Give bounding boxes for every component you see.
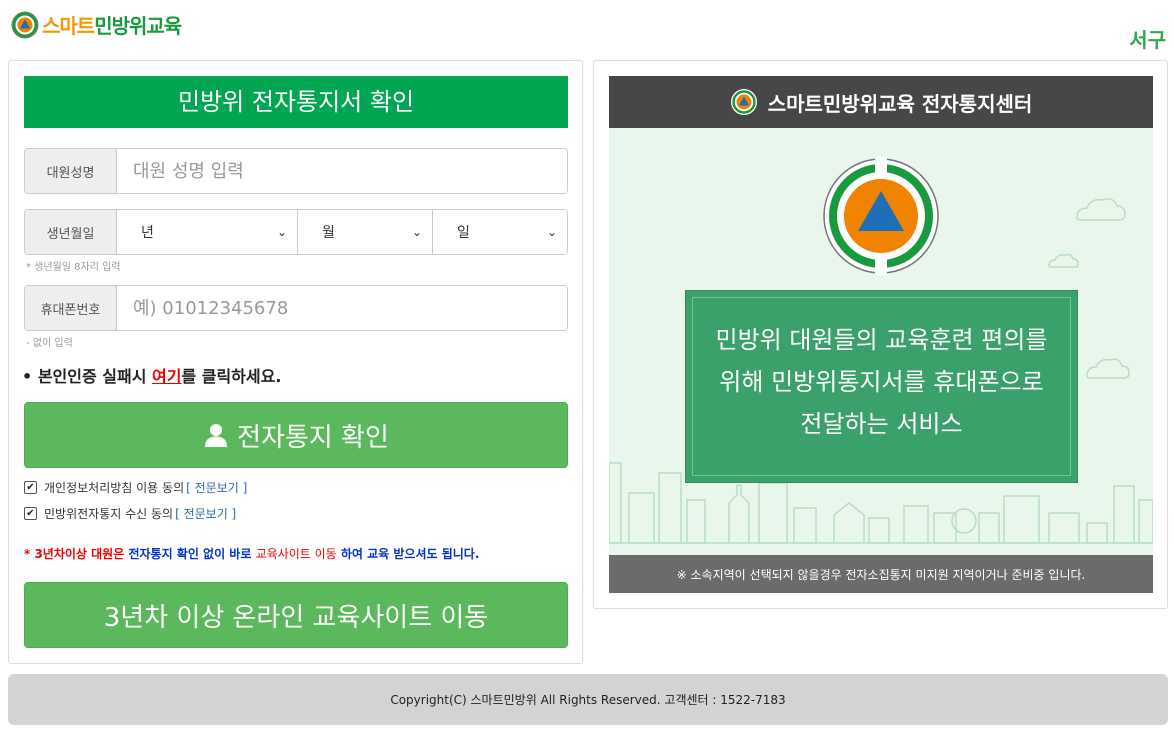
user-icon	[205, 424, 228, 447]
year-select-value: 년	[141, 225, 154, 241]
confirm-notice-label: 전자통지 확인	[237, 422, 389, 453]
warning-part3: 교육사이트 이동	[255, 547, 337, 561]
privacy-agree-checkbox[interactable]: ✔	[24, 481, 37, 494]
name-label: 대원성명	[25, 149, 117, 193]
warning-part2: 전자통지 확인 없이 바로	[128, 547, 256, 561]
chevron-down-icon: ⌄	[411, 225, 422, 239]
phone-hint: - 없이 입력	[26, 338, 73, 349]
bullet: •	[22, 367, 33, 386]
logo-text-part1: 스마트	[42, 14, 95, 38]
info-panel-title: 스마트민방위교육 전자통지센터	[767, 91, 1033, 116]
civil-defense-emblem-icon	[823, 157, 939, 275]
logo-text: 스마트민방위교육	[42, 10, 182, 39]
online-education-button[interactable]: 3년차 이상 온라인 교육사이트 이동	[24, 582, 568, 648]
month-select-value: 월	[322, 225, 335, 241]
notice-form-panel: 민방위 전자통지서 확인 대원성명 생년월일 년 ⌄ 월 ⌄ 일 ⌄ * 생년월…	[8, 60, 583, 664]
warning-part4: 하여 교육 받으셔도 됩니다.	[336, 547, 480, 561]
birth-label: 생년월일	[25, 210, 117, 254]
logo-text-part2: 민방위교육	[94, 14, 182, 38]
form-title: 민방위 전자통지서 확인	[24, 76, 568, 128]
auth-fail-link[interactable]: 여기	[152, 367, 181, 386]
day-select[interactable]: 일 ⌄	[432, 210, 567, 254]
notice-agree-label: 민방위전자통지 수신 동의	[44, 507, 174, 521]
privacy-agree-row: ✔ 개인정보처리방침 이용 동의 [ 전문보기 ]	[24, 479, 247, 496]
notice-view-link[interactable]: [ 전문보기 ]	[175, 505, 236, 522]
privacy-agree-label: 개인정보처리방침 이용 동의	[44, 481, 185, 495]
phone-label: 휴대폰번호	[25, 286, 117, 330]
birth-input-group: 생년월일 년 ⌄ 월 ⌄ 일 ⌄	[24, 209, 568, 255]
online-education-label: 3년차 이상 온라인 교육사이트 이동	[103, 602, 489, 633]
birth-hint: * 생년월일 8자리 입력	[26, 262, 121, 273]
notice-prefix: 본인인증 실패시	[37, 367, 152, 386]
phone-input[interactable]	[117, 286, 567, 330]
service-description-border	[692, 297, 1071, 476]
region-name: 서구	[1129, 28, 1166, 52]
notice-agree-checkbox[interactable]: ✔	[24, 507, 37, 520]
site-footer: Copyright(C) 스마트민방위 All Rights Reserved.…	[8, 674, 1168, 725]
info-panel: 스마트민방위교육 전자통지센터 민방위 대원들의 교육훈련 편의를 위해 민방위…	[593, 60, 1168, 609]
civil-defense-logo-icon	[11, 11, 39, 38]
month-select[interactable]: 월 ⌄	[297, 210, 432, 254]
warning-part1: * 3년차이상 대원은	[24, 547, 129, 561]
auth-fail-notice: • 본인인증 실패시 여기를 클릭하세요.	[22, 363, 281, 387]
confirm-notice-button[interactable]: 전자통지 확인	[24, 402, 568, 468]
notice-agree-row: ✔ 민방위전자통지 수신 동의 [ 전문보기 ]	[24, 505, 236, 522]
site-header: 스마트민방위교육 서구	[0, 0, 1174, 55]
day-select-value: 일	[457, 225, 470, 241]
site-logo[interactable]: 스마트민방위교육	[11, 10, 182, 39]
chevron-down-icon: ⌄	[276, 225, 287, 239]
phone-input-group: 휴대폰번호	[24, 285, 568, 331]
info-panel-header: 스마트민방위교육 전자통지센터	[609, 76, 1153, 128]
name-input[interactable]	[117, 149, 567, 193]
name-input-group: 대원성명	[24, 148, 568, 194]
civil-defense-logo-icon	[730, 89, 757, 115]
info-panel-footnote: ※ 소속지역이 선택되지 않을경우 전자소집통지 미지원 지역이거나 준비중 입…	[609, 555, 1153, 593]
privacy-view-link[interactable]: [ 전문보기 ]	[186, 479, 247, 496]
copyright-text: Copyright(C) 스마트민방위 All Rights Reserved.…	[390, 693, 786, 707]
service-description-box: 민방위 대원들의 교육훈련 편의를 위해 민방위통지서를 휴대폰으로 전달하는 …	[685, 290, 1078, 483]
info-panel-illustration: 민방위 대원들의 교육훈련 편의를 위해 민방위통지서를 휴대폰으로 전달하는 …	[609, 128, 1153, 555]
chevron-down-icon: ⌄	[546, 225, 557, 239]
notice-suffix: 를 클릭하세요.	[181, 367, 282, 386]
year-select[interactable]: 년 ⌄	[117, 210, 297, 254]
senior-member-warning: * 3년차이상 대원은 전자통지 확인 없이 바로 교육사이트 이동 하여 교육…	[24, 545, 479, 562]
